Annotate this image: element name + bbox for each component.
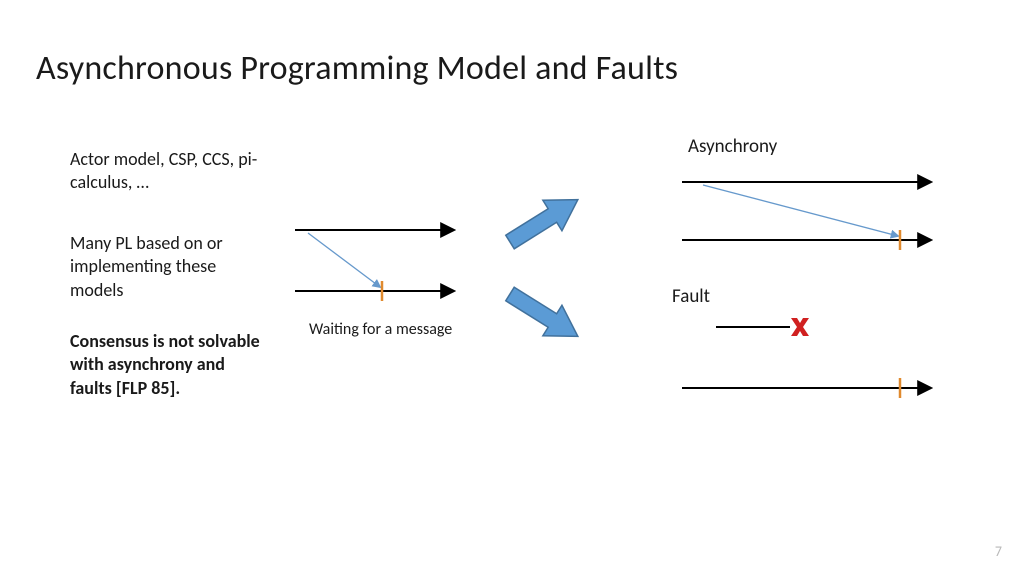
diagram-svg xyxy=(0,0,1024,576)
fat-arrow-down-icon xyxy=(500,279,587,352)
branch-arrows xyxy=(500,184,587,351)
slide: Asynchronous Programming Model and Fault… xyxy=(0,0,1024,576)
center-timelines xyxy=(295,230,453,301)
message-arrow-icon xyxy=(308,233,380,287)
message-arrow-icon xyxy=(703,185,898,236)
fault-timelines xyxy=(682,318,930,398)
fault-cross-icon xyxy=(791,318,809,336)
asynchrony-timelines xyxy=(682,182,930,250)
fat-arrow-up-icon xyxy=(500,184,587,257)
